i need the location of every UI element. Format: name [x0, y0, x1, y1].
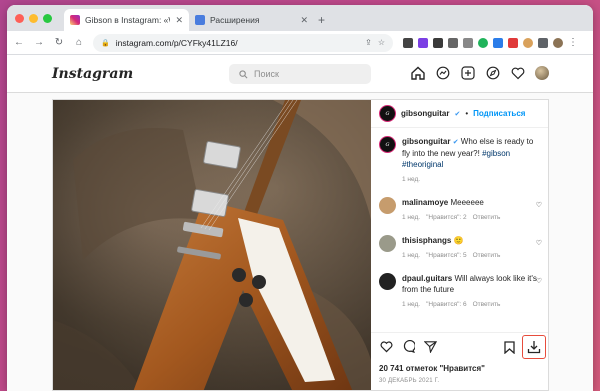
author-username[interactable]: gibsonguitar — [401, 109, 449, 118]
post-photo — [53, 100, 371, 390]
comments-list: G gibsonguitar ✔ Who else is ready to fl… — [371, 128, 548, 332]
extension-icon[interactable] — [523, 37, 533, 48]
comment-age: 1 нед. — [402, 214, 421, 221]
like-comment-heart-icon[interactable]: ♡ — [536, 277, 542, 285]
guitar-photo-image — [53, 100, 371, 390]
extension-icon[interactable] — [448, 37, 458, 48]
home-icon[interactable] — [410, 65, 425, 80]
more-menu-icon[interactable]: ⋮ — [568, 37, 578, 48]
extension-icon[interactable] — [508, 37, 518, 48]
post-sidebar: G gibsonguitar ✔ • Подписаться G gibsong… — [371, 100, 548, 390]
tab-strip: Gibson в Instagram: «Who else ✕ Расширен… — [7, 5, 593, 31]
post-page: G gibsonguitar ✔ • Подписаться G gibsong… — [7, 93, 593, 391]
comment-likes[interactable]: "Нравится": 5 — [426, 250, 467, 261]
activity-heart-icon[interactable] — [510, 65, 525, 80]
reply-button[interactable]: Ответить — [473, 250, 501, 261]
close-window-button[interactable] — [15, 14, 24, 23]
comment-username[interactable]: thisisphangs — [402, 236, 451, 245]
new-tab-button[interactable]: + — [318, 13, 325, 27]
comment-text: 🙂 — [453, 236, 464, 245]
comment-username[interactable]: malinamoye — [402, 198, 448, 207]
post-date: 30 ДЕКАБРЬ 2021 Г. — [379, 378, 440, 384]
puzzle-icon[interactable] — [538, 37, 548, 48]
download-icon — [527, 341, 541, 354]
comment-item: malinamoye Meeeeee 1 нед. "Нравится": 2 … — [379, 197, 542, 223]
separator-dot: • — [465, 109, 469, 118]
extensions-bar: ⋮ — [403, 37, 578, 48]
like-heart-icon[interactable] — [379, 340, 393, 354]
tab-title: Gibson в Instagram: «Who else — [85, 15, 170, 25]
messenger-icon[interactable] — [435, 65, 450, 80]
author-avatar[interactable]: G — [379, 105, 396, 122]
reply-button[interactable]: Ответить — [473, 299, 501, 310]
comment-likes[interactable]: "Нравится": 2 — [426, 212, 467, 223]
verified-badge-icon: ✔ — [454, 110, 461, 118]
author-avatar[interactable]: G — [379, 136, 396, 153]
extension-icon[interactable] — [418, 37, 428, 48]
home-icon[interactable]: ⌂ — [73, 37, 85, 48]
url-text[interactable]: instagram.com/p/CYFky41LZ16/ — [116, 38, 359, 48]
share-paper-plane-icon[interactable] — [423, 340, 437, 354]
address-bar[interactable]: 🔒 instagram.com/p/CYFky41LZ16/ ⇪ ☆ — [93, 33, 393, 52]
minimize-window-button[interactable] — [29, 14, 38, 23]
tab-instagram[interactable]: Gibson в Instagram: «Who else ✕ — [64, 9, 189, 31]
extension-icon[interactable] — [463, 37, 473, 48]
commenter-avatar[interactable] — [379, 235, 396, 252]
search-input[interactable]: Поиск — [229, 64, 371, 84]
tab-extensions[interactable]: Расширения ✕ — [189, 9, 314, 31]
reply-button[interactable]: Ответить — [473, 212, 501, 223]
comment-username[interactable]: dpaul.guitars — [402, 274, 452, 283]
extension-icon[interactable] — [403, 37, 413, 48]
instagram-header: Instagram Поиск — [7, 55, 593, 93]
comment-item: dpaul.guitars Will always look like it's… — [379, 273, 542, 310]
puzzle-favicon-icon — [195, 15, 205, 25]
likes-count[interactable]: 20 741 отметок "Нравится" — [371, 360, 548, 373]
like-comment-heart-icon[interactable]: ♡ — [536, 239, 542, 247]
post-card: G gibsonguitar ✔ • Подписаться G gibsong… — [52, 99, 549, 391]
browser-toolbar: ← → ↻ ⌂ 🔒 instagram.com/p/CYFky41LZ16/ ⇪… — [7, 31, 593, 55]
commenter-avatar[interactable] — [379, 197, 396, 214]
back-arrow-icon[interactable]: ← — [13, 37, 25, 48]
commenter-avatar[interactable] — [379, 273, 396, 290]
download-button[interactable] — [522, 335, 546, 359]
tab-close-icon[interactable]: ✕ — [300, 15, 308, 26]
tab-title: Расширения — [210, 15, 260, 25]
comment-item: thisisphangs 🙂 1 нед. "Нравится": 5 Отве… — [379, 235, 542, 261]
post-actions — [371, 332, 548, 360]
reload-icon[interactable]: ↻ — [53, 37, 65, 48]
follow-button[interactable]: Подписаться — [473, 109, 525, 118]
extension-icon[interactable] — [493, 37, 503, 48]
maximize-window-button[interactable] — [43, 14, 52, 23]
verified-badge-icon: ✔ — [452, 139, 459, 146]
comment-bubble-icon[interactable] — [401, 340, 415, 354]
like-comment-heart-icon[interactable]: ♡ — [536, 201, 542, 209]
lock-icon[interactable]: 🔒 — [101, 39, 110, 47]
comment-age: 1 нед. — [402, 301, 421, 308]
user-avatar[interactable] — [535, 65, 549, 80]
forward-arrow-icon[interactable]: → — [33, 37, 45, 48]
extension-icon[interactable] — [433, 37, 443, 48]
comment-likes[interactable]: "Нравится": 6 — [426, 299, 467, 310]
comment-text: Meeeeee — [450, 198, 484, 207]
instagram-logo[interactable]: Instagram — [52, 66, 133, 82]
profile-avatar[interactable] — [553, 37, 563, 48]
explore-compass-icon[interactable] — [485, 65, 500, 80]
new-post-icon[interactable] — [460, 65, 475, 80]
window-controls — [15, 14, 52, 23]
search-placeholder: Поиск — [254, 69, 279, 79]
caption: G gibsonguitar ✔ Who else is ready to fl… — [379, 136, 540, 185]
search-icon — [239, 69, 248, 78]
caption-username[interactable]: gibsonguitar — [402, 137, 450, 146]
bookmark-icon[interactable] — [502, 340, 516, 354]
share-icon[interactable]: ⇪ — [365, 38, 372, 47]
extension-icon[interactable] — [478, 37, 488, 48]
comment-age: 1 нед. — [402, 252, 421, 259]
bookmark-star-icon[interactable]: ☆ — [378, 38, 385, 47]
tab-close-icon[interactable]: ✕ — [175, 15, 183, 26]
post-header: G gibsonguitar ✔ • Подписаться — [371, 100, 548, 128]
browser-window: Gibson в Instagram: «Who else ✕ Расширен… — [7, 5, 593, 391]
instagram-nav — [410, 65, 549, 80]
instagram-favicon-icon — [70, 15, 80, 25]
caption-age: 1 нед. — [402, 176, 421, 183]
